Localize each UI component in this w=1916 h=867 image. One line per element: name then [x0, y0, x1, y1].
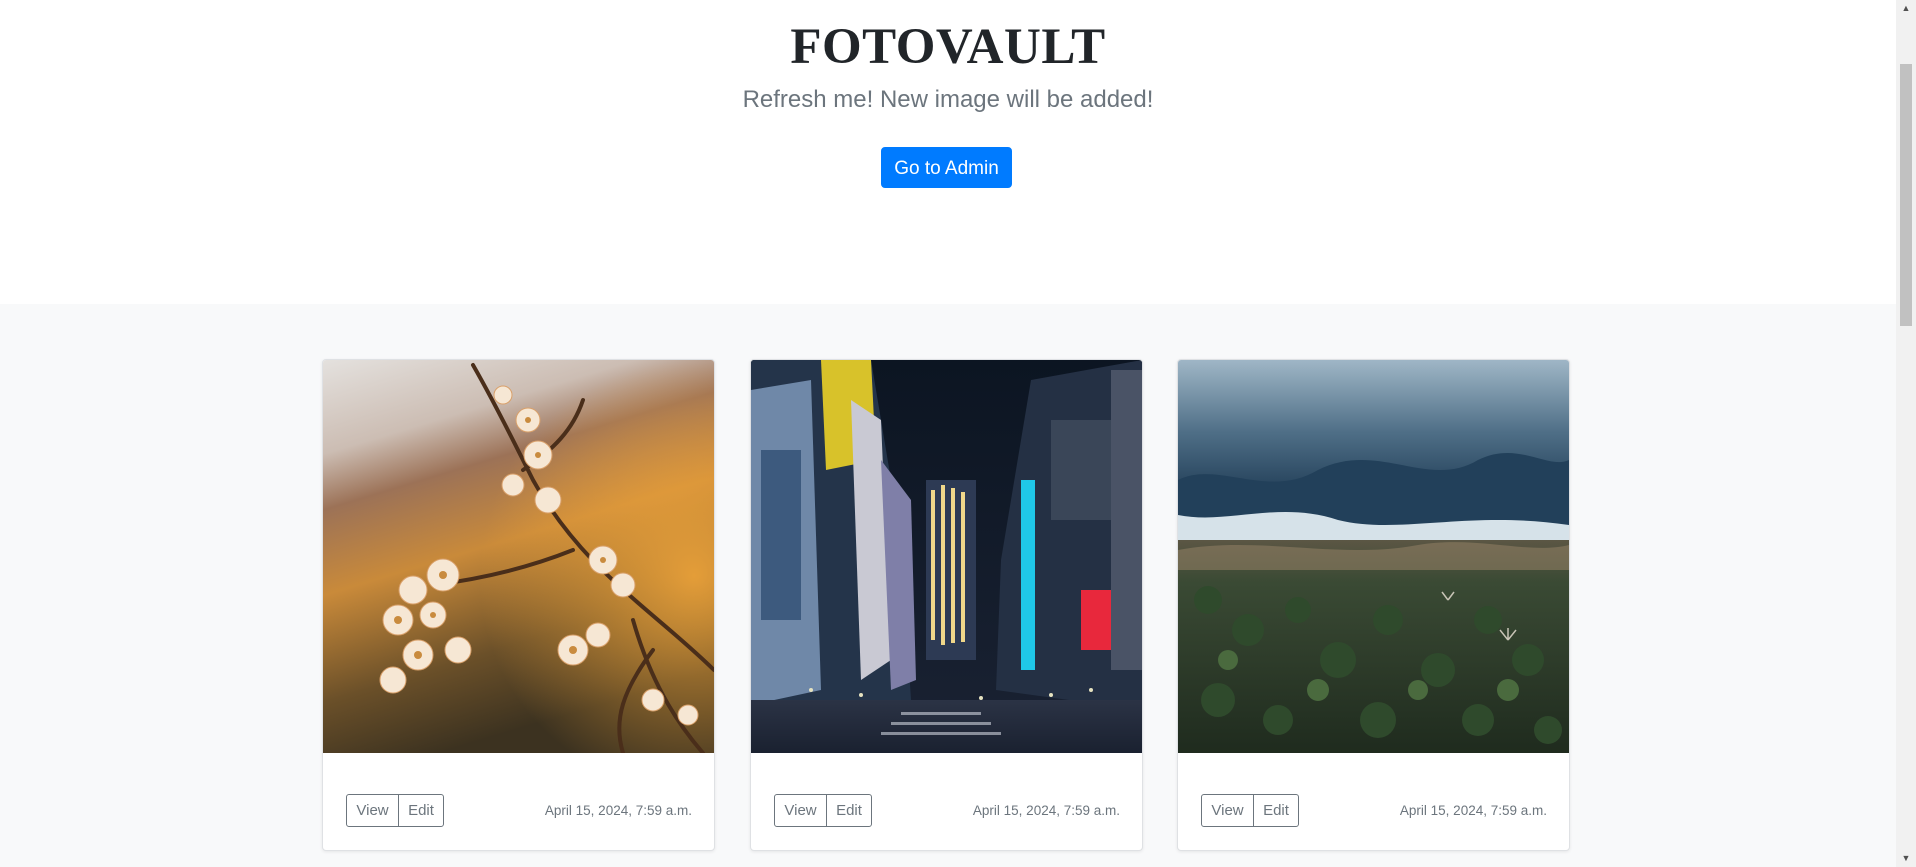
edit-button[interactable]: Edit — [398, 794, 444, 827]
photo-card: View Edit April 15, 2024, 7:59 a.m. — [1177, 359, 1570, 851]
card-actions: View Edit — [1201, 794, 1299, 827]
city-street-night-photo[interactable] — [751, 360, 1142, 753]
card-actions: View Edit — [774, 794, 872, 827]
scrollbar-thumb[interactable] — [1900, 64, 1912, 326]
card-timestamp: April 15, 2024, 7:59 a.m. — [1399, 803, 1547, 818]
scroll-down-icon[interactable]: ▼ — [1896, 850, 1916, 867]
go-to-admin-button[interactable]: Go to Admin — [881, 147, 1012, 188]
scroll-up-icon[interactable]: ▲ — [1896, 0, 1916, 17]
edit-button[interactable]: Edit — [1253, 794, 1299, 827]
view-button[interactable]: View — [774, 794, 827, 827]
edit-button[interactable]: Edit — [826, 794, 872, 827]
photo-card: View Edit April 15, 2024, 7:59 a.m. — [322, 359, 715, 851]
page-title: FOTOVAULT — [790, 19, 1106, 75]
hero-section: FOTOVAULT Refresh me! New image will be … — [0, 0, 1896, 304]
card-actions: View Edit — [346, 794, 444, 827]
view-button[interactable]: View — [1201, 794, 1254, 827]
aerial-frozen-lake-forest-photo[interactable] — [1178, 360, 1569, 753]
card-timestamp: April 15, 2024, 7:59 a.m. — [972, 803, 1120, 818]
vertical-scrollbar[interactable]: ▲ ▼ — [1896, 0, 1916, 867]
page-subtitle: Refresh me! New image will be added! — [742, 86, 1154, 113]
photo-card: View Edit April 15, 2024, 7:59 a.m. — [750, 359, 1143, 851]
card-timestamp: April 15, 2024, 7:59 a.m. — [544, 803, 692, 818]
view-button[interactable]: View — [346, 794, 399, 827]
cherry-blossom-branch-photo[interactable] — [323, 360, 714, 753]
